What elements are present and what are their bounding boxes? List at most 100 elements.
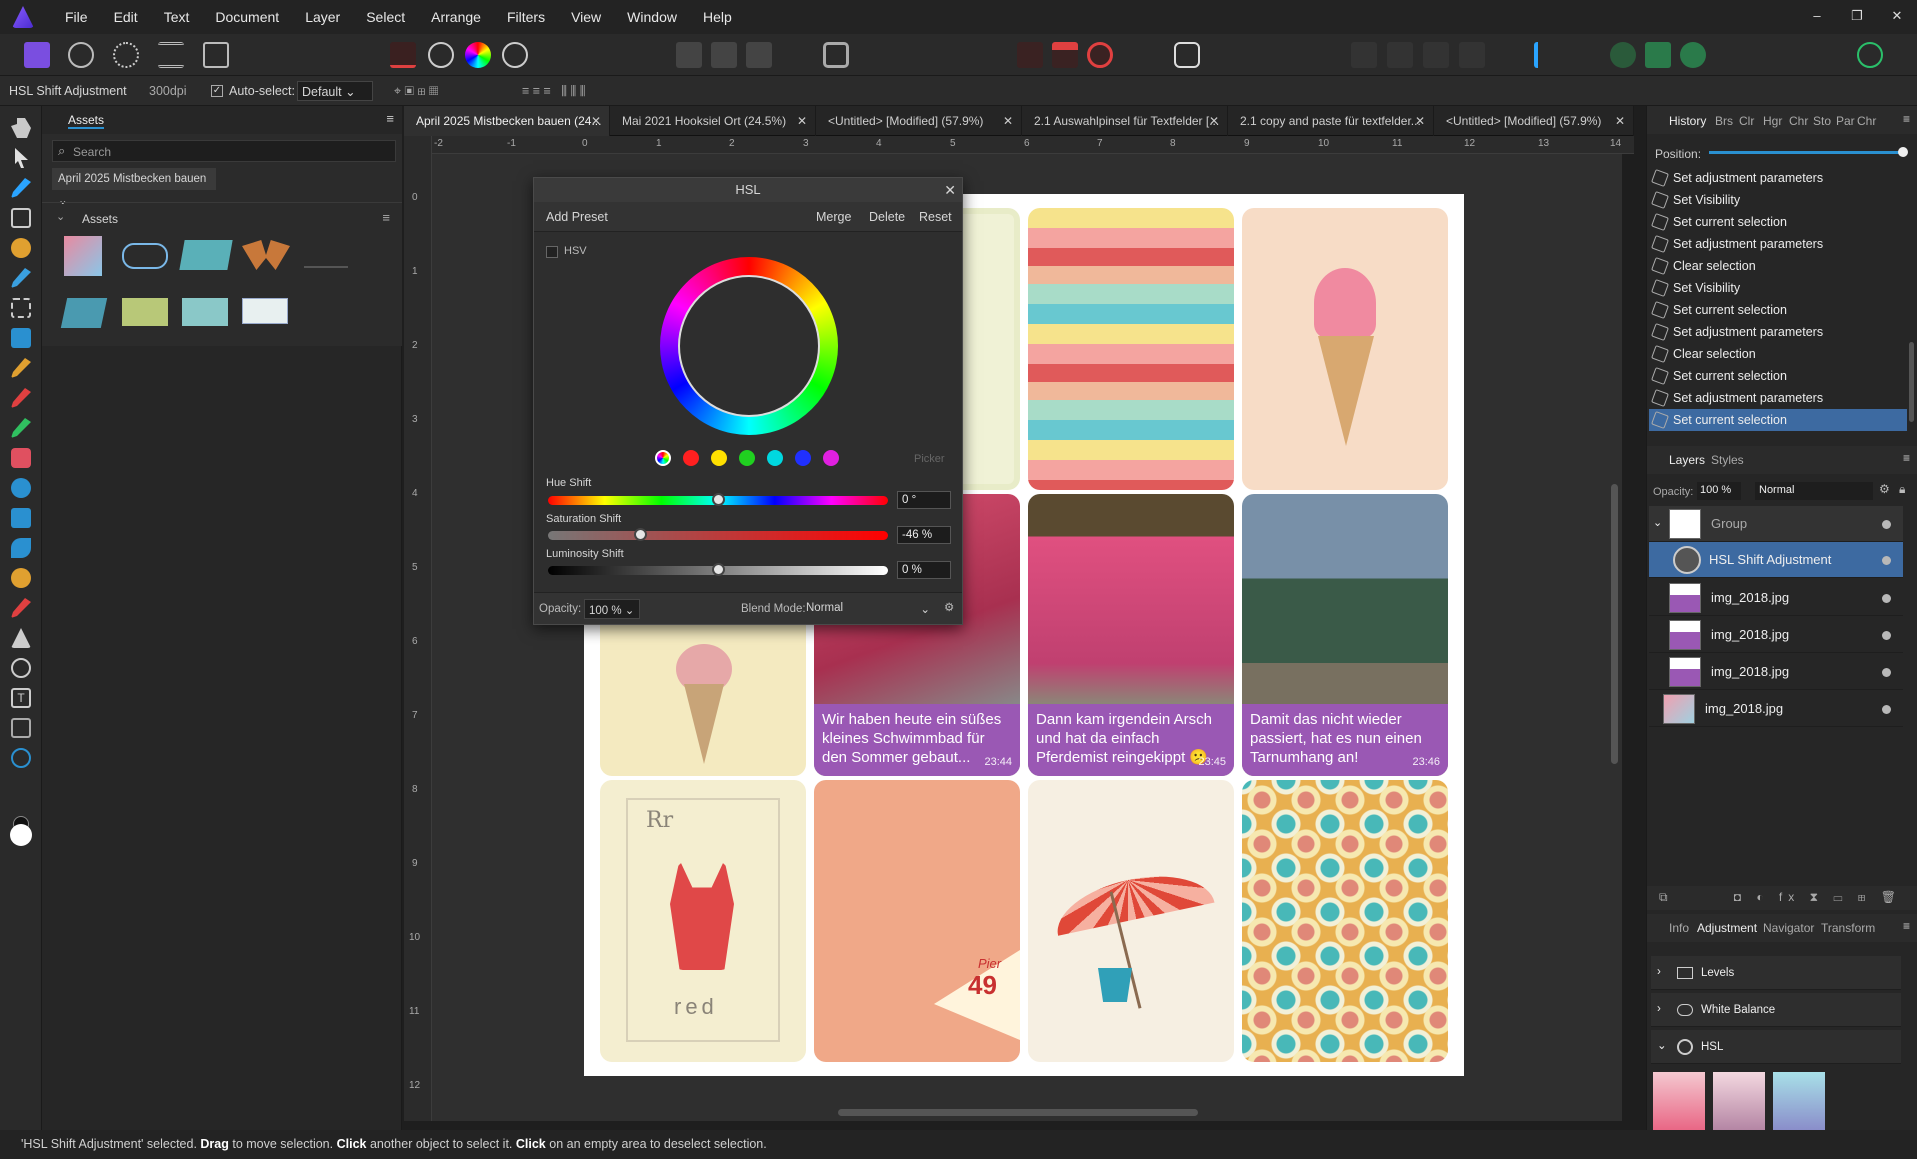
close-icon[interactable]: ✕ xyxy=(797,106,807,136)
doc-tab[interactable]: 2.1 Auswahlpinsel für Textfelder [... ✕ xyxy=(1022,106,1228,136)
mask-icon[interactable] xyxy=(1052,42,1078,68)
adjustment-white-balance[interactable]: › White Balance xyxy=(1651,993,1901,1027)
cyan-channel-swatch[interactable] xyxy=(767,450,783,466)
arrange-icon[interactable] xyxy=(1645,42,1671,68)
menu-select[interactable]: Select xyxy=(353,9,418,25)
align-buttons[interactable]: ≡ ≡ ≡ ⫼ ⫼ ⫼ xyxy=(522,84,585,99)
autoselect-checkbox[interactable]: ✓ xyxy=(211,85,223,97)
assets-menu-icon[interactable]: ≡ xyxy=(386,111,394,126)
photo-persona-icon[interactable] xyxy=(24,42,50,68)
layer-row-hsl-adjustment[interactable]: HSL Shift Adjustment xyxy=(1649,542,1903,578)
master-channel-swatch[interactable] xyxy=(655,450,671,466)
hsl-dialog-header[interactable]: HSL ✕ xyxy=(534,178,962,202)
tab-brushes[interactable]: Brs xyxy=(1715,114,1733,128)
brush-icon[interactable] xyxy=(11,388,31,408)
layer-row-image[interactable]: img_2018.jpg xyxy=(1649,580,1903,616)
selection-icon[interactable] xyxy=(676,42,702,68)
slider-knob[interactable] xyxy=(712,493,725,506)
mesh-warp-icon[interactable] xyxy=(11,718,31,738)
history-item[interactable]: Set Visibility xyxy=(1649,277,1907,299)
history-item[interactable]: Set adjustment parameters xyxy=(1649,387,1907,409)
doc-tab[interactable]: 2.1 copy and paste für textfelder... ✕ xyxy=(1228,106,1434,136)
selection-brush-icon[interactable] xyxy=(11,238,31,258)
color-replace-icon[interactable] xyxy=(11,418,31,438)
crop-tool-icon[interactable] xyxy=(11,208,31,228)
history-item-selected[interactable]: Set current selection xyxy=(1649,409,1907,431)
doc-tab[interactable]: Mai 2021 Hooksiel Ort (24.5%) ✕ xyxy=(610,106,816,136)
saturation-shift-slider[interactable] xyxy=(548,528,888,541)
menu-document[interactable]: Document xyxy=(202,9,292,25)
quick-mask-icon[interactable] xyxy=(823,42,849,68)
pencil-icon[interactable] xyxy=(11,358,31,378)
assets-search[interactable]: ⌕ Search xyxy=(52,140,396,162)
history-scrollbar[interactable] xyxy=(1909,342,1914,422)
blue-channel-swatch[interactable] xyxy=(795,450,811,466)
white-balance-icon[interactable] xyxy=(502,42,528,68)
boolean-add-icon[interactable] xyxy=(1351,42,1377,68)
umbrella-card[interactable] xyxy=(1028,780,1234,1062)
close-window-button[interactable]: ✕ xyxy=(1877,0,1917,32)
layer-row-image[interactable]: img_2018.jpg xyxy=(1649,691,1903,727)
menu-view[interactable]: View xyxy=(558,9,614,25)
asset-thumbnail[interactable] xyxy=(64,236,102,276)
smudge-icon[interactable] xyxy=(11,568,31,588)
hand-tool-icon[interactable] xyxy=(11,118,31,138)
hsl-preset-thumbnail[interactable] xyxy=(1773,1072,1825,1134)
close-icon[interactable]: ✕ xyxy=(1415,106,1425,136)
hue-color-wheel[interactable] xyxy=(660,257,838,435)
menu-help[interactable]: Help xyxy=(690,9,745,25)
hsl-preset-thumbnail[interactable] xyxy=(1713,1072,1765,1134)
tab-styles[interactable]: Styles xyxy=(1711,453,1744,467)
history-item[interactable]: Set adjustment parameters xyxy=(1649,233,1907,255)
chevron-down-icon[interactable] xyxy=(855,42,867,68)
tab-transform[interactable]: Transform xyxy=(1821,921,1875,935)
autoselect-dropdown[interactable]: Default ⌄ xyxy=(297,81,373,101)
chevron-paper-card[interactable] xyxy=(1028,208,1234,490)
tab-stock[interactable]: Sto xyxy=(1813,114,1831,128)
message-card[interactable]: Dann kam irgendein Arsch und hat da einf… xyxy=(1028,494,1234,776)
green-channel-swatch[interactable] xyxy=(739,450,755,466)
history-item[interactable]: Set current selection xyxy=(1649,365,1907,387)
saturation-shift-value[interactable]: -46 % xyxy=(897,526,951,544)
history-item[interactable]: Clear selection xyxy=(1649,343,1907,365)
asset-thumbnail[interactable] xyxy=(242,298,288,324)
tab-channels[interactable]: Chr xyxy=(1789,114,1808,128)
dodge-icon[interactable] xyxy=(11,478,31,498)
pen-tool-icon[interactable] xyxy=(11,628,31,648)
magenta-channel-swatch[interactable] xyxy=(823,450,839,466)
magic-wand-icon[interactable] xyxy=(11,268,31,288)
asset-thumbnail[interactable] xyxy=(122,298,168,326)
gear-icon[interactable]: ⚙ xyxy=(944,600,954,614)
history-item[interactable]: Set Visibility xyxy=(1649,189,1907,211)
layer-row-image[interactable]: img_2018.jpg xyxy=(1649,654,1903,690)
tab-navigator[interactable]: Navigator xyxy=(1763,921,1814,935)
merge-button[interactable]: Merge xyxy=(816,210,851,224)
auto-color-icon[interactable] xyxy=(465,42,491,68)
account-icon[interactable] xyxy=(1857,42,1883,68)
visibility-dot[interactable] xyxy=(1882,668,1891,677)
asset-thumbnail[interactable] xyxy=(304,246,348,268)
visibility-dot[interactable] xyxy=(1882,556,1891,565)
opacity-field[interactable]: 100 % ⌄ xyxy=(584,599,640,619)
move-tool-icon[interactable] xyxy=(15,148,28,168)
section-menu-icon[interactable]: ≡ xyxy=(382,210,390,225)
menu-text[interactable]: Text xyxy=(151,9,203,25)
panel-menu-icon[interactable]: ≡ xyxy=(1903,112,1910,126)
auto-contrast-icon[interactable] xyxy=(428,42,454,68)
export-persona-icon[interactable] xyxy=(203,42,229,68)
ice-cream-card[interactable] xyxy=(1242,208,1448,490)
slider-knob[interactable] xyxy=(633,528,647,541)
message-card[interactable]: Damit das nicht wieder passiert, hat es … xyxy=(1242,494,1448,776)
chevron-down-icon[interactable]: ⌄ xyxy=(1653,516,1662,529)
assistant-icon[interactable] xyxy=(1174,42,1200,68)
assets-tab[interactable]: Assets xyxy=(68,113,105,129)
history-item[interactable]: Set adjustment parameters xyxy=(1649,321,1907,343)
visibility-dot[interactable] xyxy=(1882,631,1891,640)
close-icon[interactable]: ✕ xyxy=(1003,106,1013,136)
boolean-xor-icon[interactable] xyxy=(1459,42,1485,68)
close-icon[interactable]: ✕ xyxy=(1209,106,1219,136)
close-icon[interactable]: ✕ xyxy=(591,106,601,136)
deselect-icon[interactable] xyxy=(711,42,737,68)
blemish-icon[interactable] xyxy=(11,538,31,558)
visibility-dot[interactable] xyxy=(1882,520,1891,529)
